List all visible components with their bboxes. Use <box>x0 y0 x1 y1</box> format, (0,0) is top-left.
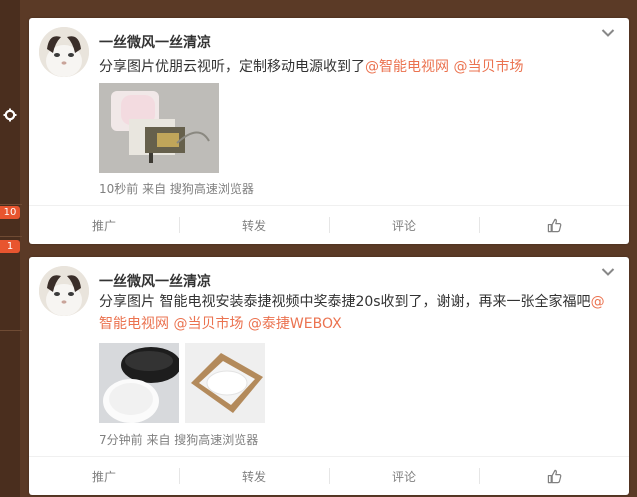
username[interactable]: 一丝微风一丝清凉 <box>99 32 211 52</box>
promote-button[interactable]: 推广 <box>29 206 179 244</box>
like-button[interactable] <box>479 206 629 244</box>
mention-link[interactable]: @当贝市场 <box>453 59 523 75</box>
post-action-bar: 推广 转发 评论 <box>29 456 629 495</box>
sidebar-divider <box>0 204 22 205</box>
mention-link[interactable]: @当贝市场 <box>173 316 243 332</box>
feed-post: 一丝微风一丝清凉 分享图片 智能电视安装泰捷视频中奖泰捷20s收到了，谢谢，再来… <box>29 257 629 495</box>
gear-icon[interactable] <box>3 108 17 122</box>
promote-button[interactable]: 推广 <box>29 457 179 495</box>
comment-label: 评论 <box>391 218 416 233</box>
like-button[interactable] <box>479 457 629 495</box>
thumbs-up-icon <box>547 469 561 483</box>
username[interactable]: 一丝微风一丝清凉 <box>99 271 211 291</box>
mention-link[interactable]: @智能电视网 <box>365 59 449 75</box>
chevron-down-icon[interactable] <box>601 267 615 277</box>
notification-badge[interactable]: 1 <box>0 240 20 253</box>
post-action-bar: 推广 转发 评论 <box>29 205 629 244</box>
post-text: 分享图片 智能电视安装泰捷视频中奖泰捷20s收到了，谢谢，再来一张全家福吧@智能… <box>99 291 609 335</box>
promote-label: 推广 <box>91 218 116 233</box>
post-text-plain: 分享图片优朋云视听，定制移动电源收到了 <box>99 59 365 75</box>
post-photo[interactable] <box>185 343 265 423</box>
promote-label: 推广 <box>91 469 116 484</box>
post-meta: 7分钟前 来自 搜狗高速浏览器 <box>99 433 259 447</box>
sidebar-divider <box>0 330 22 331</box>
thumbs-up-icon <box>547 218 561 232</box>
sidebar-divider <box>0 236 22 237</box>
post-text: 分享图片优朋云视听，定制移动电源收到了@智能电视网 @当贝市场 <box>99 56 609 78</box>
avatar[interactable] <box>39 27 89 77</box>
comment-button[interactable]: 评论 <box>329 457 479 495</box>
feed-post: 一丝微风一丝清凉 分享图片优朋云视听，定制移动电源收到了@智能电视网 @当贝市场… <box>29 18 629 244</box>
comment-label: 评论 <box>391 469 416 484</box>
repost-button[interactable]: 转发 <box>179 206 329 244</box>
mention-link[interactable]: @泰捷WEBOX <box>248 316 342 332</box>
post-photo[interactable] <box>99 83 219 173</box>
post-photo[interactable] <box>99 343 179 423</box>
comment-button[interactable]: 评论 <box>329 206 479 244</box>
notification-badge[interactable]: 10 <box>0 206 20 219</box>
repost-label: 转发 <box>241 469 266 484</box>
post-meta: 10秒前 来自 搜狗高速浏览器 <box>99 182 254 196</box>
post-text-plain: 分享图片 智能电视安装泰捷视频中奖泰捷20s收到了，谢谢，再来一张全家福吧 <box>99 294 591 310</box>
repost-button[interactable]: 转发 <box>179 457 329 495</box>
avatar[interactable] <box>39 266 89 316</box>
chevron-down-icon[interactable] <box>601 28 615 38</box>
repost-label: 转发 <box>241 218 266 233</box>
